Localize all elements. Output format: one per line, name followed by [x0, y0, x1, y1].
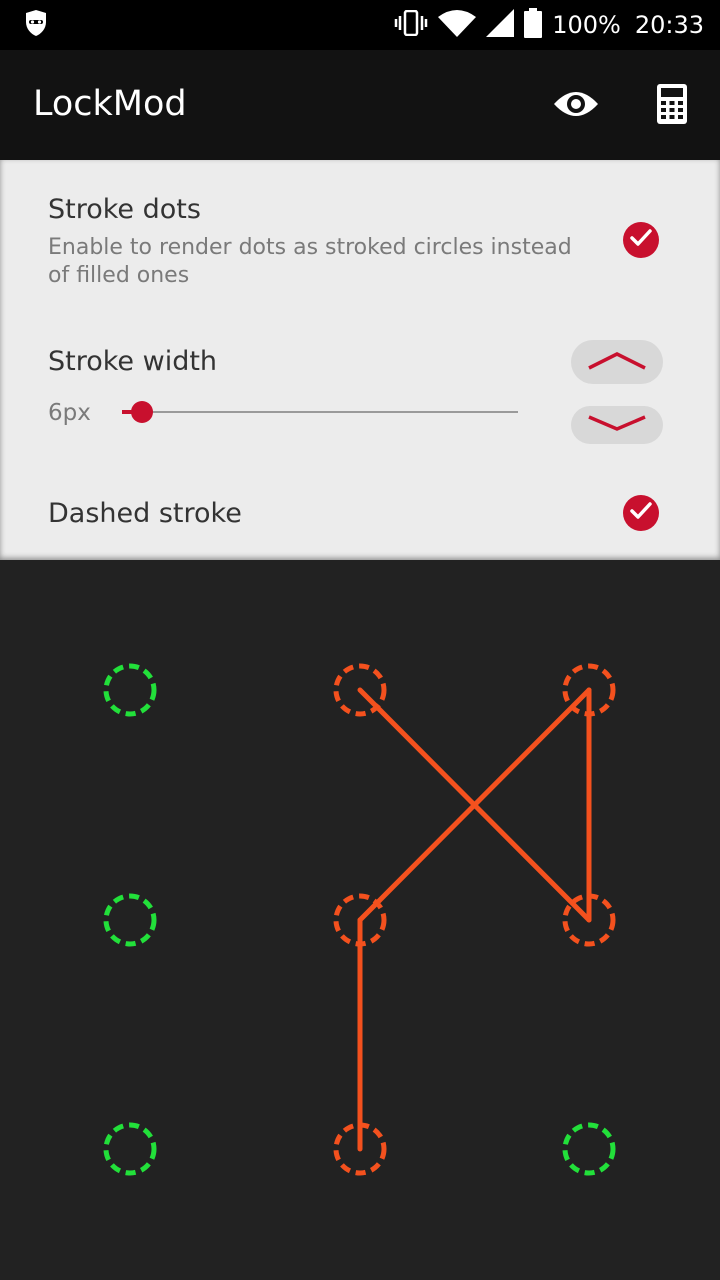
pattern-dot[interactable] — [562, 1122, 616, 1176]
checkmark-icon — [630, 502, 652, 524]
signal-icon — [486, 9, 515, 41]
status-bar: 100% 20:33 — [0, 0, 720, 50]
slider-track[interactable] — [122, 411, 518, 413]
eye-icon — [553, 88, 599, 124]
decrease-width-button[interactable] — [571, 406, 663, 444]
app-toolbar: LockMod — [0, 50, 720, 160]
app-title: LockMod — [33, 84, 187, 124]
pattern-preview[interactable] — [0, 560, 720, 1280]
calculator-button[interactable] — [642, 76, 702, 136]
dashed-stroke-title: Dashed stroke — [48, 498, 242, 529]
pattern-dot[interactable] — [103, 663, 157, 717]
chevron-down-icon — [587, 413, 647, 437]
vibrate-icon — [394, 9, 428, 40]
stroke-dots-subtitle: Enable to render dots as stroked circles… — [48, 235, 572, 288]
settings-panel: Stroke dots Enable to render dots as str… — [0, 160, 720, 560]
stroke-dots-title: Stroke dots — [48, 194, 201, 225]
checkmark-icon — [630, 229, 652, 251]
battery-icon — [524, 8, 543, 42]
incognito-icon — [24, 10, 48, 38]
clock: 20:33 — [634, 11, 704, 39]
slider-thumb[interactable] — [130, 401, 153, 423]
stroke-width-value: 6px — [48, 400, 91, 426]
chevron-up-icon — [587, 350, 647, 374]
pattern-dot[interactable] — [103, 893, 157, 947]
stroke-dots-checkbox[interactable] — [623, 222, 659, 258]
calculator-icon — [657, 84, 687, 128]
pattern-canvas[interactable] — [0, 560, 720, 1280]
wifi-icon — [438, 9, 477, 41]
stroke-width-title: Stroke width — [48, 346, 218, 377]
pattern-dot[interactable] — [103, 1122, 157, 1176]
battery-level: 100% — [552, 11, 621, 39]
dashed-stroke-checkbox[interactable] — [623, 495, 659, 531]
preview-button[interactable] — [546, 76, 606, 136]
increase-width-button[interactable] — [571, 340, 663, 384]
